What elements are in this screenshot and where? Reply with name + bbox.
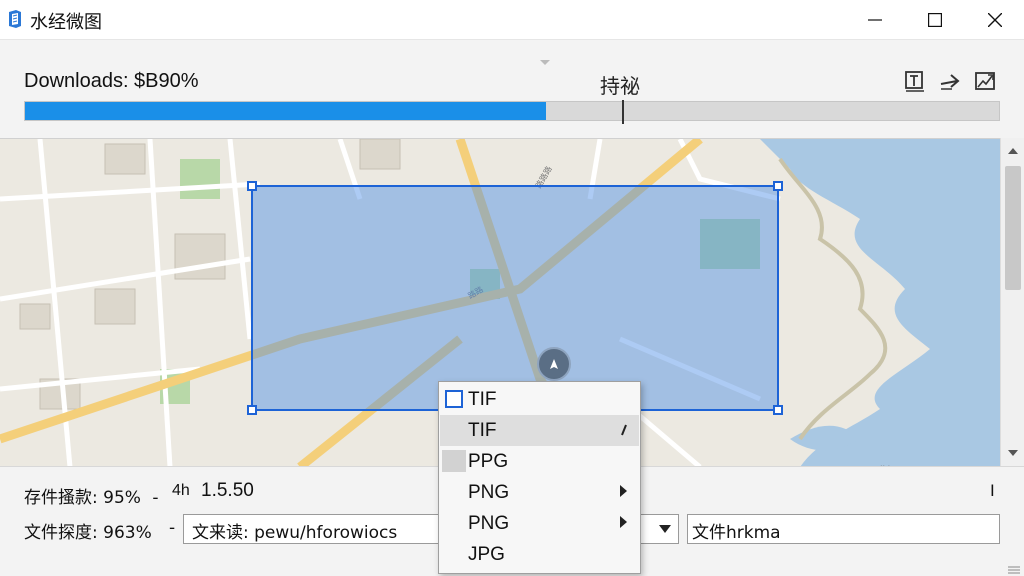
forward-button[interactable] [936, 67, 964, 95]
scrollbar-thumb[interactable] [1005, 166, 1021, 290]
image-export-icon [975, 72, 995, 90]
selection-handle-bottom-left[interactable] [247, 405, 257, 415]
maximize-icon [928, 13, 942, 27]
submenu-arrow-icon [620, 485, 627, 497]
titlebar: 水经微图 [0, 0, 1024, 40]
menu-item-label: PNG [468, 513, 510, 534]
tile-export-button[interactable] [901, 67, 929, 95]
window-title: 水经微图 [30, 12, 102, 33]
checkbox-icon[interactable] [445, 390, 463, 408]
status-line-1-right-mark: I [990, 481, 995, 500]
selection-handle-top-left[interactable] [247, 181, 257, 191]
menu-item-ppg[interactable]: PPG [440, 446, 639, 477]
minimize-icon [868, 19, 882, 21]
submenu-arrow-icon [620, 516, 627, 528]
status-line-1-extra-value: 1.5.50 [201, 480, 254, 501]
navigation-pin[interactable] [537, 347, 571, 381]
menu-item-png[interactable]: PNG [440, 477, 639, 508]
progress-marker[interactable] [622, 100, 624, 124]
status-line-2-label: 文件探度: [24, 523, 98, 543]
status-line-1-separator: - [152, 488, 159, 508]
menu-item-label: JPG [468, 544, 505, 565]
close-button[interactable] [966, 0, 1024, 40]
arrow-right-icon [940, 74, 960, 90]
menu-item-tif-submenu[interactable]: TIF [440, 415, 639, 446]
maximize-button[interactable] [906, 0, 964, 40]
resize-grip-icon[interactable] [1006, 564, 1022, 574]
status-line-2-value: 963% [103, 523, 152, 543]
status-line-1: 存件搔款: 95% - [24, 483, 158, 508]
menu-item-label: TIF [468, 420, 497, 441]
format-context-menu: TIF TIF PPG PNG PNG JPG [438, 381, 641, 574]
menu-item-jpg[interactable]: JPG [440, 539, 639, 570]
file-name-field[interactable]: 文件hrkma [687, 514, 1000, 544]
chevron-down-icon [659, 525, 671, 533]
menu-item-label: TIF [468, 389, 497, 410]
selection-handle-bottom-right[interactable] [773, 405, 783, 415]
menu-item-tif[interactable]: TIF [440, 384, 639, 415]
status-line-2: 文件探度: 963% [24, 518, 152, 543]
color-swatch-icon [442, 450, 466, 472]
scroll-down-button[interactable] [1001, 442, 1024, 464]
status-line-2-separator: - [169, 518, 176, 538]
download-panel: Downloads: $B90% 持祕 [0, 40, 1024, 138]
menu-item-label: PNG [468, 482, 510, 503]
save-path-dropdown-button[interactable] [652, 515, 678, 543]
image-export-button[interactable] [971, 67, 999, 95]
selection-handle-top-right[interactable] [773, 181, 783, 191]
minimize-button[interactable] [846, 0, 904, 40]
download-center-label: 持祕 [600, 74, 640, 98]
download-status-label: Downloads: $B90% [24, 70, 199, 92]
download-progress-bar [24, 100, 1000, 124]
status-line-1-extra-prefix: 4h [172, 482, 190, 499]
chevron-down-icon [1008, 450, 1018, 456]
progress-caret-icon [540, 60, 550, 65]
chevron-up-icon [1008, 148, 1018, 154]
status-line-1-label: 存件搔款: [24, 488, 98, 508]
tile-export-icon [905, 71, 924, 92]
submenu-arrow-icon [621, 424, 627, 436]
map-app-icon [9, 10, 21, 28]
menu-item-label: PPG [468, 451, 509, 472]
map-vertical-scrollbar[interactable] [1000, 138, 1024, 466]
navigation-arrow-icon [550, 359, 558, 369]
close-icon [988, 13, 1002, 27]
menu-item-png-2[interactable]: PNG [440, 508, 639, 539]
download-selection-area[interactable] [247, 181, 783, 415]
scroll-up-button[interactable] [1001, 140, 1024, 162]
status-line-1-value: 95% [103, 488, 141, 508]
download-progress-fill [25, 102, 547, 120]
